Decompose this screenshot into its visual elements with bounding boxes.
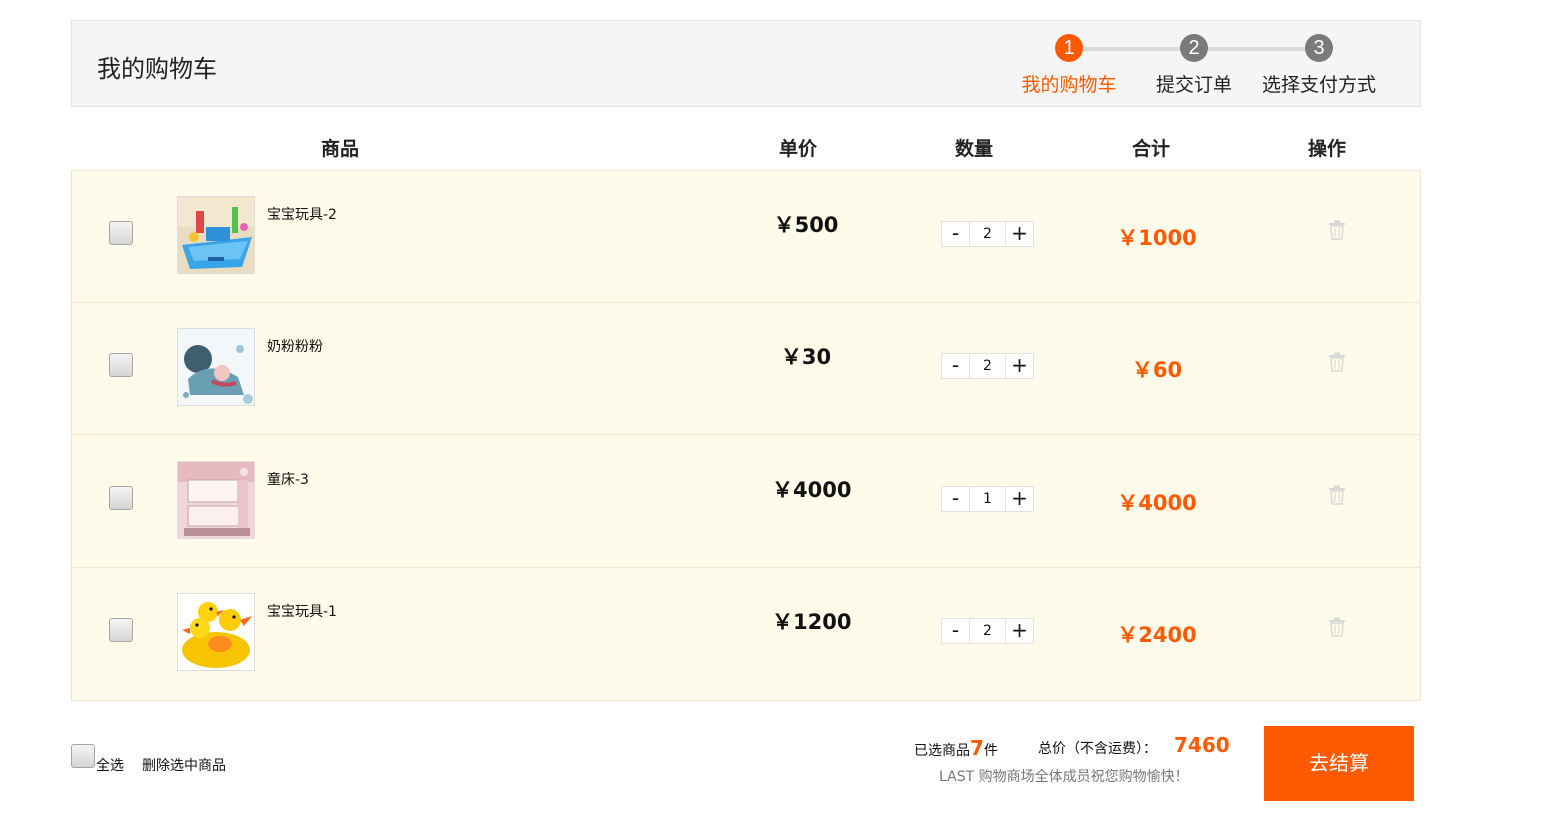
cart-header: 我的购物车 1 2 3 我的购物车 提交订单 选择支付方式 bbox=[71, 20, 1421, 107]
column-header-subtotal: 合计 bbox=[1132, 138, 1171, 160]
quantity-stepper: - 2 + bbox=[941, 221, 1034, 247]
milk-powder-image bbox=[178, 329, 254, 405]
trash-icon[interactable] bbox=[1328, 220, 1346, 240]
product-name[interactable]: 宝宝玩具-1 bbox=[267, 601, 337, 621]
trash-icon[interactable] bbox=[1328, 485, 1346, 505]
table-row: 宝宝玩具-1 ￥1200 - 2 + ￥2400 bbox=[72, 568, 1420, 700]
total-value: 7460 bbox=[1174, 733, 1230, 757]
checkout-button[interactable]: 去结算 bbox=[1264, 726, 1414, 801]
trash-icon[interactable] bbox=[1328, 352, 1346, 372]
trash-icon[interactable] bbox=[1328, 617, 1346, 637]
selected-prefix: 已选商品 bbox=[914, 743, 970, 759]
quantity-stepper: - 2 + bbox=[941, 353, 1034, 379]
quantity-stepper: - 2 + bbox=[941, 618, 1034, 644]
selected-summary: 已选商品7件 bbox=[914, 736, 998, 760]
unit-price: ￥4000 bbox=[772, 478, 852, 502]
checkout-steps: 1 2 3 我的购物车 提交订单 选择支付方式 bbox=[72, 21, 1420, 106]
item-checkbox[interactable] bbox=[109, 353, 133, 377]
increase-button[interactable]: + bbox=[1006, 487, 1033, 511]
product-thumbnail[interactable] bbox=[177, 461, 255, 539]
quantity-stepper: - 1 + bbox=[941, 486, 1034, 512]
product-name[interactable]: 童床-3 bbox=[267, 469, 309, 489]
step-1-label: 我的购物车 bbox=[1021, 74, 1117, 96]
table-row: 奶粉粉粉 ￥30 - 2 + ￥60 bbox=[72, 303, 1420, 435]
select-all-checkbox[interactable] bbox=[71, 744, 95, 768]
toy-boat-image bbox=[178, 197, 254, 273]
decrease-button[interactable]: - bbox=[942, 619, 969, 643]
item-checkbox[interactable] bbox=[109, 618, 133, 642]
select-all-label[interactable]: 全选 bbox=[96, 755, 124, 775]
decrease-button[interactable]: - bbox=[942, 354, 969, 378]
step-3-label: 选择支付方式 bbox=[1261, 74, 1376, 96]
total-label: 总价（不含运费）： bbox=[1038, 741, 1157, 757]
cart-table: 宝宝玩具-2 ￥500 - 2 + ￥1000 奶粉粉粉 ￥30 - 2 + ￥… bbox=[71, 170, 1421, 701]
table-row: 宝宝玩具-2 ￥500 - 2 + ￥1000 bbox=[72, 171, 1420, 303]
item-checkbox[interactable] bbox=[109, 221, 133, 245]
column-header-action: 操作 bbox=[1308, 138, 1347, 160]
unit-price: ￥500 bbox=[773, 213, 839, 237]
item-checkbox[interactable] bbox=[109, 486, 133, 510]
step-2-circle: 2 bbox=[1180, 34, 1208, 62]
column-header-product: 商品 bbox=[321, 138, 360, 160]
step-connector bbox=[1083, 47, 1194, 51]
unit-price: ￥1200 bbox=[772, 610, 852, 634]
delete-selected-link[interactable]: 删除选中商品 bbox=[142, 755, 226, 775]
column-header-quantity: 数量 bbox=[955, 138, 994, 160]
product-name[interactable]: 宝宝玩具-2 bbox=[267, 204, 337, 224]
increase-button[interactable]: + bbox=[1006, 354, 1033, 378]
item-subtotal: ￥4000 bbox=[1117, 491, 1197, 515]
step-3-circle: 3 bbox=[1305, 34, 1333, 62]
increase-button[interactable]: + bbox=[1006, 222, 1033, 246]
slogan-text: LAST 购物商场全体成员祝您购物愉快！ bbox=[939, 769, 1189, 785]
product-thumbnail[interactable] bbox=[177, 196, 255, 274]
step-1-circle: 1 bbox=[1055, 34, 1083, 62]
product-thumbnail[interactable] bbox=[177, 593, 255, 671]
quantity-input[interactable]: 1 bbox=[969, 487, 1006, 511]
product-name[interactable]: 奶粉粉粉 bbox=[267, 336, 323, 356]
step-connector bbox=[1208, 47, 1319, 51]
step-2-label: 提交订单 bbox=[1155, 74, 1232, 96]
increase-button[interactable]: + bbox=[1006, 619, 1033, 643]
decrease-button[interactable]: - bbox=[942, 222, 969, 246]
quantity-input[interactable]: 2 bbox=[969, 354, 1006, 378]
selected-suffix: 件 bbox=[983, 743, 998, 759]
item-subtotal: ￥1000 bbox=[1117, 226, 1197, 250]
column-header-unit-price: 单价 bbox=[779, 138, 818, 160]
product-thumbnail[interactable] bbox=[177, 328, 255, 406]
selected-count: 7 bbox=[970, 736, 984, 760]
rubber-duck-image bbox=[178, 594, 254, 670]
table-row: 童床-3 ￥4000 - 1 + ￥4000 bbox=[72, 436, 1420, 568]
child-bed-image bbox=[178, 462, 254, 538]
unit-price: ￥30 bbox=[780, 345, 832, 369]
quantity-input[interactable]: 2 bbox=[969, 619, 1006, 643]
item-subtotal: ￥60 bbox=[1131, 358, 1183, 382]
item-subtotal: ￥2400 bbox=[1117, 623, 1197, 647]
decrease-button[interactable]: - bbox=[942, 487, 969, 511]
quantity-input[interactable]: 2 bbox=[969, 222, 1006, 246]
